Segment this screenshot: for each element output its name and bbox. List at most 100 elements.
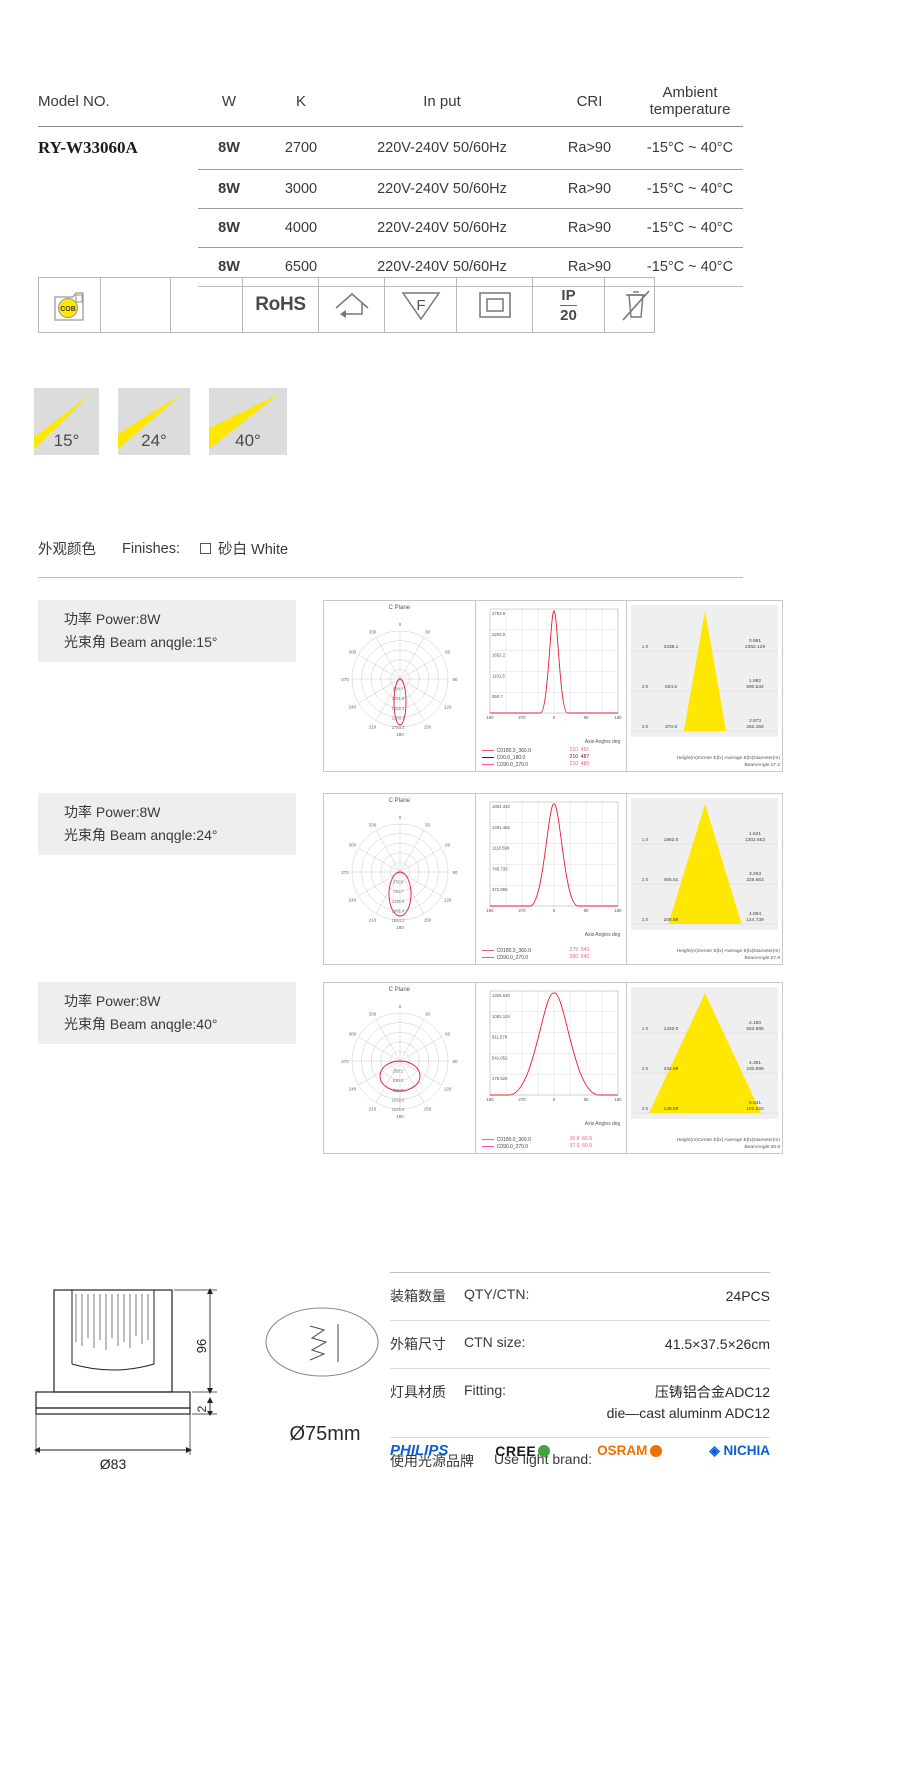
svg-text:2.0: 2.0 xyxy=(642,877,649,882)
svg-text:2362.129: 2362.129 xyxy=(745,644,765,650)
cartesian-xlabel-2: Axis Angles deg xyxy=(584,1121,621,1127)
svg-text:1864.332: 1864.332 xyxy=(492,804,511,809)
table-row: 8W 4000 220V-240V 50/60Hz Ra>90 -15°C ~ 40°C xyxy=(38,208,743,248)
table-row: 8W 3000 220V-240V 50/60Hz Ra>90 -15°C ~ 40°C xyxy=(38,169,743,209)
svg-text:330: 330 xyxy=(369,1011,377,1016)
svg-text:0: 0 xyxy=(399,622,402,627)
legend-label: C0180.0_360.0 xyxy=(496,747,531,754)
svg-text:0: 0 xyxy=(552,908,555,913)
svg-text:4.894: 4.894 xyxy=(749,911,761,917)
finish-white-checkbox[interactable] xyxy=(200,543,212,554)
cone-beam-angle: BeamAngle:36.8 xyxy=(744,1144,780,1150)
svg-text:834.5: 834.5 xyxy=(665,684,677,690)
svg-text:270: 270 xyxy=(518,715,526,720)
cell-model: RY-W33060A xyxy=(38,138,138,157)
svg-text:1032.0: 1032.0 xyxy=(392,1097,405,1102)
svg-text:3.263: 3.263 xyxy=(749,871,761,877)
svg-text:1.982: 1.982 xyxy=(749,678,761,684)
svg-text:811.578: 811.578 xyxy=(492,1035,508,1040)
cell-ambient: -15°C ~ 40°C xyxy=(637,208,743,248)
svg-text:270: 270 xyxy=(341,870,349,875)
legend-values: 260 545 xyxy=(569,954,590,960)
svg-text:923.595: 923.595 xyxy=(747,1026,765,1032)
beam-angle-card-15: 15° xyxy=(34,388,99,455)
svg-text:550.7: 550.7 xyxy=(492,694,503,699)
svg-text:90: 90 xyxy=(452,1059,458,1064)
svg-text:1325.6: 1325.6 xyxy=(392,1107,405,1112)
packaging-label-cn: 装箱数量 xyxy=(390,1288,446,1304)
svg-text:90: 90 xyxy=(583,715,588,720)
svg-text:60: 60 xyxy=(445,1032,451,1037)
svg-text:180: 180 xyxy=(396,925,404,930)
beam-angle-card-40: 40° xyxy=(209,388,287,455)
legend-item: C090.0_270.0 xyxy=(481,1143,531,1150)
svg-text:0: 0 xyxy=(399,815,402,820)
finish-white-label: 砂白 White xyxy=(218,542,289,558)
finishes-label-en: Finishes: xyxy=(122,540,181,557)
cone-footer-2: Height(m)Center E(lx) Average E(lx)Diame… xyxy=(627,1137,780,1151)
svg-text:1652.2: 1652.2 xyxy=(492,653,506,658)
svg-text:210: 210 xyxy=(369,918,377,923)
philips-logo: PHILIPS xyxy=(390,1442,449,1459)
svg-text:1.0: 1.0 xyxy=(642,837,649,842)
photometric-charts-24deg: C Plane 180 150 120 90 60 30 0 330 300 270 240 210 37… xyxy=(323,793,783,965)
photometric-label-24deg: 功率 Power:8W 光束角 Beam anqgle:24° xyxy=(38,793,296,855)
dimension-drawing: 96 2 Ø83 xyxy=(14,1272,234,1487)
polar-diagram-2: C Plane 180 150 120 90 60 30 0 330 300 270 240 210 26… xyxy=(324,983,476,1153)
finishes-section: 外观颜色 Finishes: 砂白 White xyxy=(38,538,743,578)
beam-angle-label-40: 40° xyxy=(235,431,261,450)
cell-model xyxy=(38,208,198,247)
photometric-label-15deg: 功率 Power:8W 光束角 Beam anqgle:15° xyxy=(38,600,296,662)
cutout-diameter-label: Ø75mm xyxy=(289,1423,361,1445)
cell-input: 220V-240V 50/60Hz xyxy=(342,169,542,209)
svg-text:270: 270 xyxy=(518,1097,526,1102)
cob-icon: COB xyxy=(39,278,101,332)
svg-text:1491.466: 1491.466 xyxy=(492,825,511,830)
svg-text:0: 0 xyxy=(552,1097,555,1102)
legend-swatch xyxy=(481,1145,494,1148)
table-row: RY-W33060A 8W 2700 220V-240V 50/60Hz Ra>90 -1… xyxy=(38,126,743,170)
packaging-label-cn: 灯具材质 xyxy=(390,1384,446,1400)
svg-text:0: 0 xyxy=(552,715,555,720)
cartesian-legend-2: C0180.0_360.0 C090.0_270.0 xyxy=(481,1136,531,1150)
photometric-block-40deg: 功率 Power:8W 光束角 Beam anqgle:40° C Plane 1… xyxy=(38,982,783,1154)
svg-text:1302.653: 1302.653 xyxy=(745,837,765,843)
cone-beam-angle: BeamAngle:27.9 xyxy=(744,955,780,961)
rohs-icon: RoHS xyxy=(243,278,319,332)
packaging-label-en: CTN size: xyxy=(464,1334,526,1350)
cartesian-diagram-0: 2753.8 2203.0 1652.2 1101.5 550.7 180 270 0 90 18… xyxy=(476,601,628,771)
brand-logo-row: PHILIPS CREE OSRAM ◈ NICHIA xyxy=(390,1442,770,1459)
legend-item: C0180.0_360.0 xyxy=(481,947,531,954)
svg-text:150: 150 xyxy=(424,1107,432,1112)
svg-text:1864.3: 1864.3 xyxy=(392,918,405,923)
photometric-block-24deg: 功率 Power:8W 光束角 Beam anqgle:24° C Plane 1… xyxy=(38,793,783,965)
cartesian-legend-1: C0180.0_360.0 C090.0_270.0 xyxy=(481,947,531,961)
cell-input: 220V-240V 50/60Hz xyxy=(342,208,542,248)
svg-text:180: 180 xyxy=(614,908,622,913)
beam-label-24: 光束角 Beam anqgle:24° xyxy=(64,827,218,843)
svg-text:1.0: 1.0 xyxy=(642,644,649,649)
svg-text:30: 30 xyxy=(425,822,431,827)
svg-text:60: 60 xyxy=(445,843,451,848)
beam-label-15: 光束角 Beam anqgle:15° xyxy=(64,634,218,650)
f-mark-icon: F xyxy=(385,278,457,332)
svg-text:90: 90 xyxy=(452,870,458,875)
svg-text:0.991: 0.991 xyxy=(749,638,761,644)
svg-text:120: 120 xyxy=(444,1087,452,1092)
svg-text:240: 240 xyxy=(349,705,357,710)
header-cri: CRI xyxy=(542,80,637,127)
packaging-value: 压铸铝合金ADC12 die—cast aluminm ADC12 xyxy=(606,1384,770,1421)
legend-item: C00.0_180.0 xyxy=(481,754,531,761)
specification-table: Model NO. W K In put CRI Ambient tempera… xyxy=(38,80,743,287)
svg-text:325.663: 325.663 xyxy=(747,877,765,883)
svg-text:1.631: 1.631 xyxy=(749,831,761,837)
svg-text:590.532: 590.532 xyxy=(747,684,765,690)
cree-logo: CREE xyxy=(495,1443,551,1459)
ip-label: IP xyxy=(560,286,577,306)
dim-height-main: 96 xyxy=(194,1339,209,1353)
svg-text:180: 180 xyxy=(486,715,494,720)
svg-text:60: 60 xyxy=(445,650,451,655)
weee-bin-icon xyxy=(605,278,667,332)
svg-text:90: 90 xyxy=(583,1097,588,1102)
cell-kelvin: 4000 xyxy=(260,208,342,248)
